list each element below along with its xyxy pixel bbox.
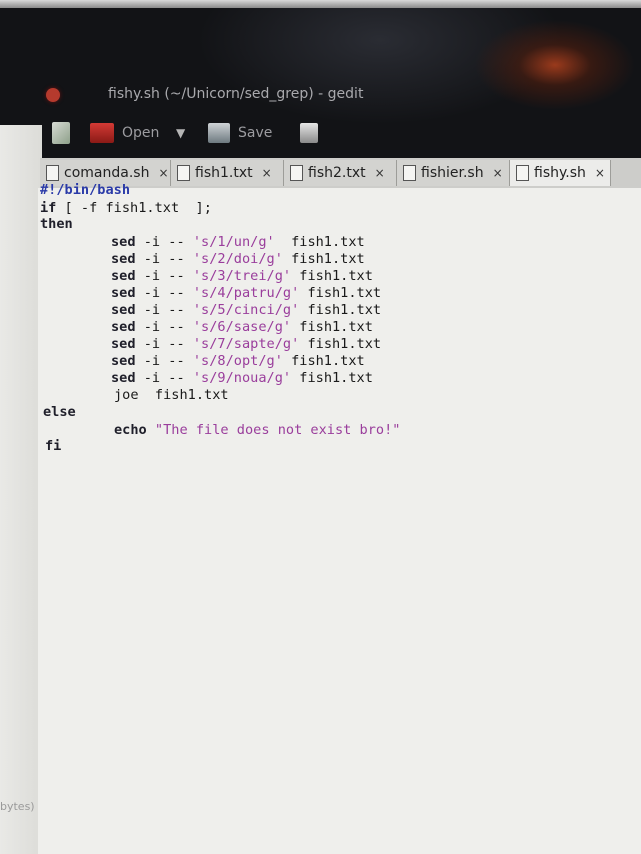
document-icon [177, 165, 190, 181]
sed-expression: 's/5/cinci/g' [192, 302, 300, 318]
echo-keyword: echo [114, 422, 147, 438]
code-line-sed: sed -i -- 's/6/sase/g' fish1.txt [111, 319, 373, 335]
sed-expression: 's/6/sase/g' [192, 319, 292, 335]
save-label: Save [238, 125, 273, 141]
side-panel [0, 125, 42, 854]
tab-label: fishy.sh [534, 165, 586, 181]
code-line-sed: sed -i -- 's/8/opt/g' fish1.txt [111, 353, 365, 369]
close-tab-icon[interactable]: × [493, 166, 503, 180]
sed-keyword: sed [111, 302, 136, 318]
open-folder-icon [90, 123, 114, 143]
code-line-fi: fi [45, 438, 62, 454]
text-editor[interactable]: #!/bin/bash if [ -f fish1.txt ]; then se… [38, 182, 641, 854]
document-icon [516, 165, 529, 181]
sed-flags: -i -- [135, 234, 193, 250]
sed-keyword: sed [111, 285, 136, 301]
sed-expression: 's/8/opt/g' [192, 353, 283, 369]
echo-string: "The file does not exist bro!" [146, 422, 401, 438]
sed-keyword: sed [111, 234, 136, 250]
sed-file: fish1.txt [299, 302, 382, 318]
sed-flags: -i -- [135, 251, 193, 267]
save-button[interactable]: Save [208, 118, 272, 148]
top-bezel [0, 0, 641, 8]
status-fragment: bytes) [0, 800, 35, 813]
sed-expression: 's/7/sapte/g' [192, 336, 300, 352]
tab-label: fish1.txt [195, 165, 253, 181]
sed-keyword: sed [111, 353, 136, 369]
document-icon [290, 165, 303, 181]
sed-file: fish1.txt [282, 251, 365, 267]
new-document-button[interactable] [52, 118, 70, 148]
code-line-echo: echo "The file does not exist bro!" [114, 422, 400, 438]
sed-expression: 's/2/doi/g' [192, 251, 283, 267]
close-window-icon[interactable] [46, 88, 60, 102]
code-line-else: else [43, 404, 76, 420]
sed-file: fish1.txt [291, 370, 373, 386]
tab-fishy-sh[interactable]: fishy.sh × [510, 160, 611, 186]
sed-flags: -i -- [135, 353, 193, 369]
if-condition: [ -f fish1.txt ]; [56, 200, 212, 216]
sed-flags: -i -- [135, 336, 193, 352]
sed-flags: -i -- [135, 302, 193, 318]
sed-file: fish1.txt [291, 268, 373, 284]
dropdown-arrow-icon: ▼ [176, 126, 186, 140]
sed-file: fish1.txt [299, 285, 382, 301]
sed-file: fish1.txt [299, 336, 382, 352]
code-line-sed: sed -i -- 's/9/noua/g' fish1.txt [111, 370, 373, 386]
sed-keyword: sed [111, 370, 136, 386]
tab-fish2-txt[interactable]: fish2.txt × [284, 160, 397, 186]
sed-expression: 's/1/un/g' [192, 234, 275, 250]
close-tab-icon[interactable]: × [375, 166, 385, 180]
code-line-sed: sed -i -- 's/4/patru/g' fish1.txt [111, 285, 381, 301]
sed-keyword: sed [111, 268, 136, 284]
code-line-if: if [ -f fish1.txt ]; [40, 200, 212, 216]
document-icon [46, 165, 59, 181]
code-line-then: then [40, 216, 73, 232]
sed-file: fish1.txt [282, 353, 365, 369]
save-icon [208, 123, 230, 143]
sed-keyword: sed [111, 251, 136, 267]
code-line-shebang: #!/bin/bash [40, 182, 131, 198]
close-tab-icon[interactable]: × [262, 166, 272, 180]
code-line-sed: sed -i -- 's/5/cinci/g' fish1.txt [111, 302, 381, 318]
close-tab-icon[interactable]: × [158, 166, 168, 180]
tab-label: fish2.txt [308, 165, 366, 181]
sed-expression: 's/3/trei/g' [192, 268, 292, 284]
sed-expression: 's/4/patru/g' [192, 285, 300, 301]
open-label: Open [122, 125, 160, 141]
window-titlebar: fishy.sh (~/Unicorn/sed_grep) - gedit [40, 80, 641, 116]
if-keyword: if [40, 200, 57, 216]
tab-label: fishier.sh [421, 165, 484, 181]
tab-label: comanda.sh [64, 165, 150, 181]
tab-fishier-sh[interactable]: fishier.sh × [397, 160, 510, 186]
sed-keyword: sed [111, 319, 136, 335]
code-line-sed: sed -i -- 's/3/trei/g' fish1.txt [111, 268, 373, 284]
open-recent-dropdown[interactable]: ▼ [176, 118, 185, 148]
code-line-joe: joe fish1.txt [114, 387, 229, 403]
sed-flags: -i -- [135, 319, 193, 335]
sed-file: fish1.txt [274, 234, 365, 250]
sed-expression: 's/9/noua/g' [192, 370, 292, 386]
open-button[interactable]: Open [90, 118, 159, 148]
tab-fish1-txt[interactable]: fish1.txt × [171, 160, 284, 186]
window-title: fishy.sh (~/Unicorn/sed_grep) - gedit [108, 86, 364, 102]
close-tab-icon[interactable]: × [595, 166, 605, 180]
code-line-sed: sed -i -- 's/7/sapte/g' fish1.txt [111, 336, 381, 352]
sed-flags: -i -- [135, 285, 193, 301]
document-icon [403, 165, 416, 181]
sed-flags: -i -- [135, 268, 193, 284]
toolbar: Open ▼ Save [40, 112, 641, 160]
sed-keyword: sed [111, 336, 136, 352]
tab-bar: comanda.sh × fish1.txt × fish2.txt × fis… [40, 158, 641, 189]
print-button[interactable] [300, 118, 318, 148]
code-line-sed: sed -i -- 's/2/doi/g' fish1.txt [111, 251, 365, 267]
sed-file: fish1.txt [291, 319, 373, 335]
sed-flags: -i -- [135, 370, 193, 386]
new-document-icon [52, 122, 70, 144]
print-icon [300, 123, 318, 143]
code-line-sed: sed -i -- 's/1/un/g' fish1.txt [111, 234, 365, 250]
